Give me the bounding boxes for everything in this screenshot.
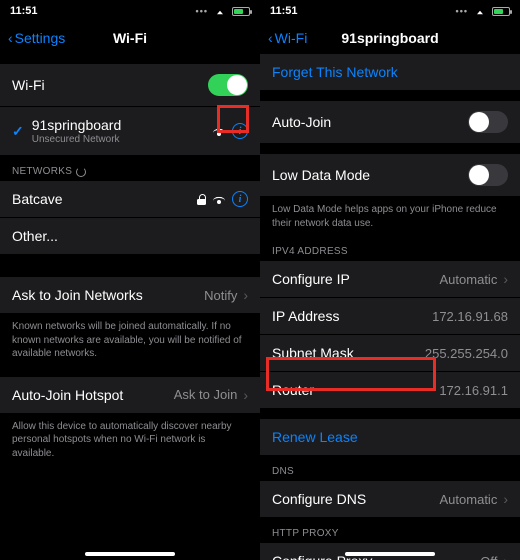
- forget-network-button[interactable]: Forget This Network: [260, 54, 520, 91]
- current-subtitle: Unsecured Network: [32, 134, 122, 145]
- configure-proxy-value: Off: [480, 554, 497, 560]
- checkmark-icon: ✓: [12, 123, 24, 140]
- battery-icon: [492, 7, 510, 16]
- current-network-row[interactable]: ✓ 91springboard Unsecured Network i: [0, 107, 260, 156]
- configure-ip-row[interactable]: Configure IP Automatic ›: [260, 261, 520, 298]
- networks-header: NETWORKS: [0, 156, 260, 181]
- wifi-label: Wi-Fi: [12, 77, 45, 93]
- network-detail-screen: 11:51 ‹ Wi-Fi 91springboard Forget This …: [260, 0, 520, 560]
- wifi-settings-screen: 11:51 ‹ Settings Wi-Fi Wi-Fi ✓ 91springb…: [0, 0, 260, 560]
- back-label: Wi-Fi: [275, 30, 308, 46]
- ask-value: Notify: [204, 288, 237, 303]
- status-indicators: [456, 5, 510, 17]
- configure-dns-label: Configure DNS: [272, 491, 366, 507]
- configure-ip-label: Configure IP: [272, 271, 350, 287]
- router-row: Router 172.16.91.1: [260, 372, 520, 409]
- renew-label: Renew Lease: [272, 429, 358, 445]
- chevron-right-icon: ›: [243, 287, 248, 303]
- chevron-right-icon: ›: [243, 387, 248, 403]
- ip-address-row: IP Address 172.16.91.68: [260, 298, 520, 335]
- status-time: 11:51: [10, 5, 38, 17]
- back-label: Settings: [15, 30, 66, 46]
- subnet-label: Subnet Mask: [272, 345, 354, 361]
- forget-label: Forget This Network: [272, 64, 398, 80]
- nav-bar: ‹ Settings Wi-Fi: [0, 22, 260, 54]
- status-indicators: [196, 5, 250, 17]
- ask-label: Ask to Join Networks: [12, 287, 143, 303]
- status-time: 11:51: [270, 5, 298, 17]
- ask-footer: Known networks will be joined automatica…: [0, 314, 260, 367]
- wifi-toggle[interactable]: [208, 74, 248, 96]
- network-ssid: Batcave: [12, 191, 63, 207]
- autojoin-label: Auto-Join: [272, 114, 331, 130]
- wifi-master-toggle-row[interactable]: Wi-Fi: [0, 64, 260, 107]
- nav-bar: ‹ Wi-Fi 91springboard: [260, 22, 520, 54]
- lowdata-label: Low Data Mode: [272, 167, 370, 183]
- network-row-other[interactable]: Other...: [0, 218, 260, 255]
- autojoin-toggle[interactable]: [468, 111, 508, 133]
- lowdata-toggle[interactable]: [468, 164, 508, 186]
- spinner-icon: [76, 167, 86, 177]
- renew-lease-button[interactable]: Renew Lease: [260, 419, 520, 456]
- wifi-signal-icon: [212, 126, 226, 136]
- hotspot-footer: Allow this device to automatically disco…: [0, 414, 260, 467]
- home-indicator: [85, 552, 175, 556]
- proxy-header: HTTP PROXY: [260, 518, 520, 543]
- network-row-batcave[interactable]: Batcave i: [0, 181, 260, 218]
- back-button[interactable]: ‹ Settings: [8, 30, 65, 46]
- hotspot-label: Auto-Join Hotspot: [12, 387, 123, 403]
- ip-label: IP Address: [272, 308, 339, 324]
- battery-icon: [232, 7, 250, 16]
- subnet-mask-row: Subnet Mask 255.255.254.0: [260, 335, 520, 372]
- configure-dns-value: Automatic: [440, 492, 498, 507]
- hotspot-value: Ask to Join: [174, 387, 238, 402]
- dns-header: DNS: [260, 456, 520, 481]
- ask-to-join-row[interactable]: Ask to Join Networks Notify ›: [0, 277, 260, 314]
- chevron-left-icon: ‹: [8, 30, 13, 46]
- ipv4-header: IPV4 ADDRESS: [260, 236, 520, 261]
- configure-ip-value: Automatic: [440, 272, 498, 287]
- status-bar: 11:51: [260, 0, 520, 22]
- subnet-value: 255.255.254.0: [425, 346, 508, 361]
- info-icon[interactable]: i: [232, 123, 248, 139]
- chevron-right-icon: ›: [503, 271, 508, 287]
- router-value: 172.16.91.1: [439, 383, 508, 398]
- status-bar: 11:51: [0, 0, 260, 22]
- chevron-right-icon: ›: [503, 553, 508, 560]
- low-data-mode-row[interactable]: Low Data Mode: [260, 154, 520, 197]
- ip-value: 172.16.91.68: [432, 309, 508, 324]
- auto-join-row[interactable]: Auto-Join: [260, 101, 520, 144]
- current-ssid: 91springboard: [32, 117, 122, 133]
- chevron-left-icon: ‹: [268, 30, 273, 46]
- home-indicator: [345, 552, 435, 556]
- chevron-right-icon: ›: [503, 491, 508, 507]
- lowdata-footer: Low Data Mode helps apps on your iPhone …: [260, 197, 520, 236]
- info-icon[interactable]: i: [232, 191, 248, 207]
- wifi-signal-icon: [212, 194, 226, 204]
- network-ssid: Other...: [12, 228, 58, 244]
- back-button[interactable]: ‹ Wi-Fi: [268, 30, 307, 46]
- router-label: Router: [272, 382, 314, 398]
- lock-icon: [197, 194, 206, 205]
- configure-dns-row[interactable]: Configure DNS Automatic ›: [260, 481, 520, 518]
- auto-join-hotspot-row[interactable]: Auto-Join Hotspot Ask to Join ›: [0, 377, 260, 414]
